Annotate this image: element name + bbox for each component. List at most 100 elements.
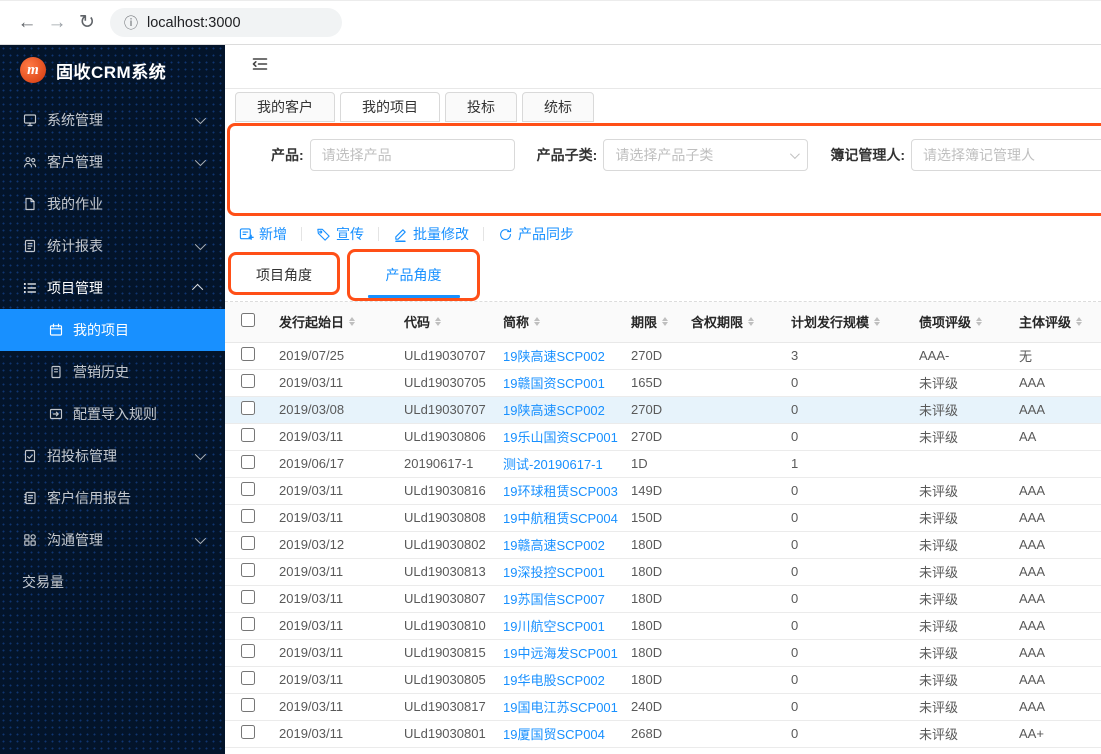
sort-icon[interactable]	[976, 317, 982, 326]
row-checkbox[interactable]	[241, 536, 255, 550]
cell-name: 19赣国资SCP001	[495, 369, 623, 396]
sort-icon[interactable]	[748, 317, 754, 326]
select-all-checkbox[interactable]	[241, 313, 255, 327]
tab-product-angle[interactable]: 产品角度	[348, 265, 479, 285]
tab-unified-bidding[interactable]: 统标	[522, 92, 594, 122]
cell-bond_rating: 未评级	[911, 558, 1011, 585]
info-icon[interactable]: ⓘ	[124, 13, 138, 33]
cell-code: ULd19030810	[396, 612, 495, 639]
chevron-up-icon	[192, 284, 203, 295]
sidebar-item-customer-management[interactable]: 客户管理	[0, 141, 225, 183]
sidebar-item-customer-credit-report[interactable]: 客户信用报告	[0, 477, 225, 519]
cell-issuer_rating: AAA	[1011, 585, 1101, 612]
forward-icon[interactable]: →	[42, 12, 72, 34]
row-checkbox[interactable]	[241, 401, 255, 415]
security-link[interactable]: 19厦国贸SCP004	[503, 727, 605, 742]
product-subtype-select[interactable]	[603, 139, 808, 171]
divider	[301, 227, 302, 241]
security-link[interactable]: 19陕高速SCP002	[503, 403, 605, 418]
sidebar-item-marketing-history[interactable]: 营销历史	[0, 351, 225, 393]
batch-edit-button[interactable]: 批量修改	[391, 224, 471, 244]
security-link[interactable]: 19川航空SCP001	[503, 619, 605, 634]
row-checkbox[interactable]	[241, 617, 255, 631]
promote-button[interactable]: 宣传	[314, 224, 366, 244]
row-checkbox[interactable]	[241, 725, 255, 739]
cell-term: 180D	[623, 639, 683, 666]
row-checkbox[interactable]	[241, 482, 255, 496]
cell-term: 1D	[623, 450, 683, 477]
sidebar-item-project-management[interactable]: 项目管理	[0, 267, 225, 309]
browser-chrome: ← → ↻ ⓘ localhost:3000	[0, 0, 1101, 45]
sidebar-item-label: 交易量	[22, 572, 64, 592]
tab-project-angle[interactable]: 项目角度	[228, 265, 340, 285]
bookkeeper-input[interactable]	[911, 139, 1101, 171]
security-link[interactable]: 19陕高速SCP002	[503, 349, 605, 364]
sidebar-item-trading-volume[interactable]: 交易量	[0, 561, 225, 603]
cell-scale: 0	[783, 612, 911, 639]
cell-option_term	[683, 477, 783, 504]
product-input[interactable]	[310, 139, 515, 171]
row-checkbox[interactable]	[241, 590, 255, 604]
security-link[interactable]: 19中远海发SCP001	[503, 646, 618, 661]
security-link[interactable]: 19乐山国资SCP001	[503, 430, 618, 445]
tab-my-projects[interactable]: 我的项目	[340, 92, 440, 122]
back-icon[interactable]: ←	[12, 12, 42, 34]
row-checkbox[interactable]	[241, 509, 255, 523]
cell-term: 180D	[623, 612, 683, 639]
row-checkbox[interactable]	[241, 455, 255, 469]
row-checkbox[interactable]	[241, 428, 255, 442]
sort-icon[interactable]	[1076, 317, 1082, 326]
sidebar-item-import-rules[interactable]: 配置导入规则	[0, 393, 225, 435]
security-link[interactable]: 19华电股SCP002	[503, 673, 605, 688]
sort-icon[interactable]	[349, 317, 355, 326]
cell-option_term	[683, 450, 783, 477]
add-button[interactable]: 新增	[237, 224, 289, 244]
menu-fold-icon[interactable]	[251, 55, 269, 78]
cell-code: ULd19030807	[396, 585, 495, 612]
sort-icon[interactable]	[435, 317, 441, 326]
sort-icon[interactable]	[534, 317, 540, 326]
table-row: 2019/03/08ULd1903070719陕高速SCP002270D0未评级…	[225, 396, 1101, 423]
security-link[interactable]: 19赣国资SCP001	[503, 376, 605, 391]
product-sync-button[interactable]: 产品同步	[496, 224, 576, 244]
sidebar-item-bidding-management[interactable]: 招投标管理	[0, 435, 225, 477]
tab-bidding[interactable]: 投标	[445, 92, 517, 122]
refresh-icon[interactable]: ↻	[72, 11, 102, 34]
active-tab-ink-bar	[368, 295, 460, 298]
cell-option_term	[683, 585, 783, 612]
row-checkbox[interactable]	[241, 374, 255, 388]
sidebar-item-communication-management[interactable]: 沟通管理	[0, 519, 225, 561]
sidebar-item-my-jobs[interactable]: 我的作业	[0, 183, 225, 225]
sidebar-item-statistical-reports[interactable]: 统计报表	[0, 225, 225, 267]
cell-bond_rating: 未评级	[911, 531, 1011, 558]
security-link[interactable]: 19环球租赁SCP003	[503, 484, 618, 499]
security-link[interactable]: 19苏国信SCP007	[503, 592, 605, 607]
credit-report-icon	[22, 491, 37, 506]
table-row: 2019/03/11ULd1903081719国电江苏SCP001240D0未评…	[225, 693, 1101, 720]
sidebar-item-my-projects[interactable]: 我的项目	[0, 309, 225, 351]
table-row: 2019/03/11ULd1903080719苏国信SCP007180D0未评级…	[225, 585, 1101, 612]
security-link[interactable]: 19深投控SCP001	[503, 565, 605, 580]
security-link[interactable]: 19国电江苏SCP001	[503, 700, 618, 715]
cell-term: 180D	[623, 585, 683, 612]
cell-name: 19华电股SCP002	[495, 666, 623, 693]
row-checkbox[interactable]	[241, 671, 255, 685]
cell-scale: 0	[783, 396, 911, 423]
row-checkbox[interactable]	[241, 644, 255, 658]
row-checkbox[interactable]	[241, 347, 255, 361]
cell-date: 2019/03/11	[271, 639, 396, 666]
security-link[interactable]: 19赣高速SCP002	[503, 538, 605, 553]
row-checkbox[interactable]	[241, 563, 255, 577]
cell-option_term	[683, 396, 783, 423]
sidebar-item-system-management[interactable]: 系统管理	[0, 99, 225, 141]
url-bar[interactable]: ⓘ localhost:3000	[110, 8, 342, 37]
sort-icon[interactable]	[874, 317, 880, 326]
cell-issuer_rating: AAA	[1011, 531, 1101, 558]
security-link[interactable]: 19中航租赁SCP004	[503, 511, 618, 526]
cell-code: ULd19030802	[396, 531, 495, 558]
row-checkbox[interactable]	[241, 698, 255, 712]
sort-icon[interactable]	[662, 317, 668, 326]
tab-my-customers[interactable]: 我的客户	[235, 92, 335, 122]
cell-bond_rating: 未评级	[911, 639, 1011, 666]
security-link[interactable]: 测试-20190617-1	[503, 457, 603, 472]
